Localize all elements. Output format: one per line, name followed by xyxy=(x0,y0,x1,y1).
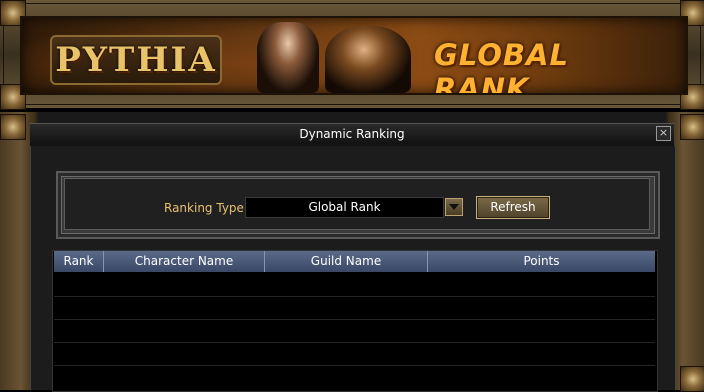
column-header-character-name[interactable]: Character Name xyxy=(104,251,265,272)
window-title: Dynamic Ranking xyxy=(299,127,405,141)
column-header-rank[interactable]: Rank xyxy=(54,251,104,272)
table-row[interactable] xyxy=(54,319,655,320)
column-header-guild-name[interactable]: Guild Name xyxy=(265,251,428,272)
close-button[interactable]: × xyxy=(656,126,671,141)
table-row[interactable] xyxy=(54,342,655,343)
banner: PYTHIA GLOBAL RANK xyxy=(20,16,688,95)
window-titlebar[interactable]: Dynamic Ranking xyxy=(30,123,674,147)
game-logo: PYTHIA xyxy=(50,35,222,85)
column-header-points[interactable]: Points xyxy=(428,251,655,272)
hero-female-art xyxy=(257,22,319,93)
banner-title: GLOBAL RANK xyxy=(434,38,569,95)
ranking-type-select[interactable]: Global Rank xyxy=(245,197,444,218)
table-row[interactable] xyxy=(54,296,655,297)
corner-ornament-icon xyxy=(680,114,704,140)
corner-ornament-icon xyxy=(680,366,704,392)
ranking-type-value: Global Rank xyxy=(308,200,381,214)
game-logo-text: PYTHIA xyxy=(55,40,217,80)
hero-male-art xyxy=(325,26,411,93)
banner-characters-art xyxy=(237,18,437,93)
chevron-down-icon[interactable] xyxy=(445,198,463,216)
ranking-table-header: Rank Character Name Guild Name Points xyxy=(54,251,655,272)
table-row[interactable] xyxy=(54,365,655,366)
ranking-type-label: Ranking Type xyxy=(164,201,244,215)
corner-ornament-icon xyxy=(0,114,26,140)
refresh-button[interactable]: Refresh xyxy=(476,196,550,219)
